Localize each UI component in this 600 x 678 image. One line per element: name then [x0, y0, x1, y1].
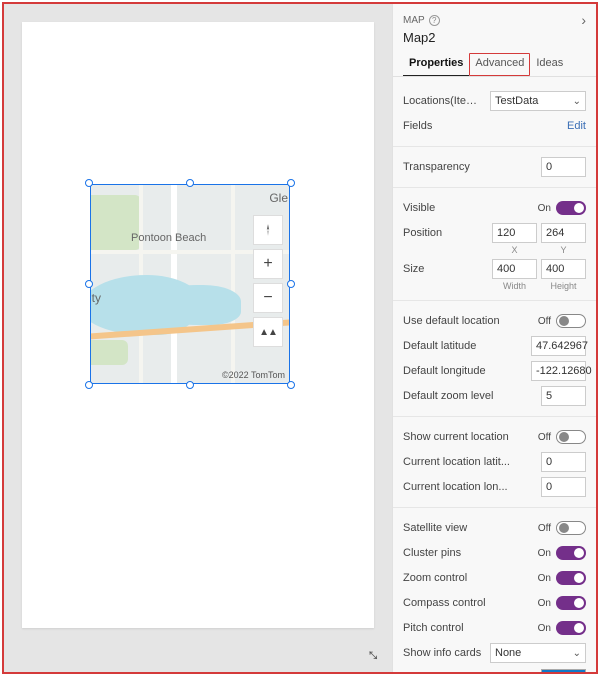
cluster-pins-label: Cluster pins — [403, 547, 527, 559]
map-body[interactable]: Pontoon Beach Gle ity ©2022 TomTom + − ▲… — [91, 185, 289, 383]
visible-toggle[interactable] — [556, 201, 586, 215]
locations-label: Locations(Items) — [403, 95, 484, 107]
canvas-resize-icon[interactable]: ↔ — [361, 640, 389, 668]
map-zoom-out-button[interactable]: − — [253, 283, 283, 313]
resize-handle[interactable] — [186, 381, 194, 389]
map-label-pontoon: Pontoon Beach — [131, 232, 206, 244]
compass-control-label: Compass control — [403, 597, 527, 609]
map-label-gle: Gle — [269, 191, 288, 205]
resize-handle[interactable] — [85, 280, 93, 288]
current-lon-input[interactable]: 0 — [541, 477, 586, 497]
tab-properties[interactable]: Properties — [403, 53, 469, 76]
show-current-location-toggle[interactable] — [556, 430, 586, 444]
current-lon-label: Current location lon... — [403, 481, 535, 493]
pitch-control-label: Pitch control — [403, 622, 527, 634]
resize-handle[interactable] — [186, 179, 194, 187]
design-page[interactable]: Pontoon Beach Gle ity ©2022 TomTom + − ▲… — [22, 22, 374, 628]
satellite-view-toggle[interactable] — [556, 521, 586, 535]
chevron-down-icon: ⌄ — [573, 648, 581, 659]
default-lat-input[interactable]: 47.642967 — [531, 336, 586, 356]
transparency-label: Transparency — [403, 161, 535, 173]
resize-handle[interactable] — [287, 381, 295, 389]
map-pitch-button[interactable]: ▲▲ — [253, 317, 283, 347]
resize-handle[interactable] — [287, 280, 295, 288]
resize-handle[interactable] — [85, 381, 93, 389]
default-zoom-input[interactable]: 5 — [541, 386, 586, 406]
resize-handle[interactable] — [85, 179, 93, 187]
fields-label: Fields — [403, 120, 561, 132]
position-y-input[interactable]: 264 — [541, 223, 586, 243]
position-label: Position — [403, 227, 486, 239]
current-lat-input[interactable]: 0 — [541, 452, 586, 472]
default-lat-label: Default latitude — [403, 340, 525, 352]
transparency-input[interactable]: 0 — [541, 157, 586, 177]
size-label: Size — [403, 263, 486, 275]
map-copyright: ©2022 TomTom — [222, 370, 285, 380]
visible-label: Visible — [403, 202, 527, 214]
satellite-view-label: Satellite view — [403, 522, 527, 534]
canvas-area: Pontoon Beach Gle ity ©2022 TomTom + − ▲… — [4, 4, 392, 672]
fields-edit-link[interactable]: Edit — [567, 120, 586, 132]
show-info-cards-label: Show info cards — [403, 647, 484, 659]
size-w-input[interactable]: 400 — [492, 259, 537, 279]
show-current-location-label: Show current location — [403, 431, 527, 443]
object-name: Map2 — [403, 30, 586, 45]
compass-control-toggle[interactable] — [556, 596, 586, 610]
help-icon[interactable]: ? — [429, 15, 440, 26]
map-control-selected[interactable]: Pontoon Beach Gle ity ©2022 TomTom + − ▲… — [90, 184, 290, 384]
map-zoom-in-button[interactable]: + — [253, 249, 283, 279]
pitch-control-toggle[interactable] — [556, 621, 586, 635]
chevron-right-icon[interactable]: › — [581, 12, 586, 28]
use-default-location-label: Use default location — [403, 315, 527, 327]
current-lat-label: Current location latit... — [403, 456, 535, 468]
properties-panel: MAP ? › Map2 Properties Advanced Ideas L… — [392, 4, 596, 672]
locations-dropdown[interactable]: TestData⌄ — [490, 91, 586, 111]
default-lon-input[interactable]: -122.12680 — [531, 361, 586, 381]
tab-advanced[interactable]: Advanced — [469, 53, 530, 76]
position-x-input[interactable]: 120 — [492, 223, 537, 243]
map-compass-button[interactable] — [253, 215, 283, 245]
zoom-control-label: Zoom control — [403, 572, 527, 584]
default-zoom-label: Default zoom level — [403, 390, 535, 402]
cluster-pins-toggle[interactable] — [556, 546, 586, 560]
resize-handle[interactable] — [287, 179, 295, 187]
show-info-cards-dropdown[interactable]: None⌄ — [490, 643, 586, 663]
size-h-input[interactable]: 400 — [541, 259, 586, 279]
pin-color-swatch[interactable] — [541, 669, 586, 672]
default-lon-label: Default longitude — [403, 365, 525, 377]
tab-ideas[interactable]: Ideas — [530, 53, 569, 76]
zoom-control-toggle[interactable] — [556, 571, 586, 585]
panel-category: MAP — [403, 15, 425, 26]
chevron-down-icon: ⌄ — [573, 96, 581, 107]
use-default-location-toggle[interactable] — [556, 314, 586, 328]
map-label-ity: ity — [91, 291, 101, 305]
